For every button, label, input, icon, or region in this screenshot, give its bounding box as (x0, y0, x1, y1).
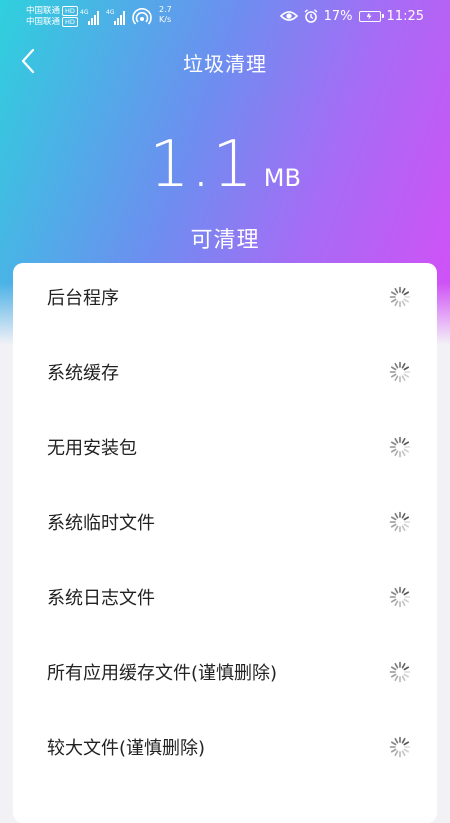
battery-level: 17% (323, 8, 353, 24)
list-item-label: 较大文件(谨慎删除) (47, 737, 206, 759)
eye-icon (279, 11, 298, 21)
hotspot-icon (132, 8, 152, 25)
battery-icon (358, 10, 384, 22)
list-item-label: 所有应用缓存文件(谨慎删除) (47, 662, 278, 684)
carrier-2-name: 中国联通 (26, 17, 61, 27)
junk-size-value: 1.1 (149, 128, 254, 202)
list-item[interactable]: 系统日志文件 (13, 559, 437, 634)
loading-spinner-icon (389, 286, 411, 307)
network-type-2: 4G (106, 9, 115, 16)
list-item-label: 系统缓存 (47, 362, 119, 384)
page-title: 垃圾清理 (183, 52, 267, 76)
list-item[interactable]: 无用安装包 (13, 409, 437, 484)
loading-spinner-icon (389, 511, 411, 532)
list-item[interactable]: 系统临时文件 (13, 484, 437, 559)
cleanable-label: 可清理 (190, 228, 260, 253)
list-item[interactable]: 系统缓存 (13, 334, 437, 409)
status-bar: 中国联通 HD 中国联通 HD 4G 4G 2.7 K/s 17% 11:25 (0, 0, 450, 32)
list-item-label: 系统临时文件 (47, 512, 155, 534)
list-item[interactable]: 所有应用缓存文件(谨慎删除) (13, 634, 437, 709)
loading-spinner-icon (389, 361, 411, 382)
hd-badge-2: HD (62, 17, 78, 27)
list-item-label: 无用安装包 (47, 437, 137, 459)
loading-spinner-icon (389, 661, 411, 682)
carrier-1: 中国联通 HD (26, 6, 78, 16)
junk-size: 1.1 MB (0, 128, 450, 202)
list-item[interactable]: 后台程序 (13, 259, 437, 334)
signal-icon-2: 4G (106, 9, 125, 25)
speed-unit: K/s (159, 15, 172, 24)
list-item-label: 后台程序 (47, 287, 119, 309)
junk-size-unit: MB (263, 164, 301, 192)
carrier-1-name: 中国联通 (26, 6, 61, 16)
loading-spinner-icon (389, 586, 411, 607)
alarm-icon (304, 9, 318, 23)
junk-category-list: 后台程序系统缓存无用安装包系统临时文件 系统日志文件所有应用缓存文件(谨慎删除) 较… (13, 263, 437, 823)
clock: 11:25 (386, 8, 424, 24)
network-type-1: 4G (80, 9, 89, 16)
list-item[interactable]: 较大文件(谨慎删除) (13, 709, 437, 784)
hd-badge-1: HD (62, 6, 78, 16)
loading-spinner-icon (389, 436, 411, 457)
signal-icon-1: 4G (80, 9, 99, 25)
carrier-2: 中国联通 HD (26, 17, 78, 27)
loading-spinner-icon (389, 736, 411, 757)
network-speed: 2.7 K/s (159, 5, 172, 25)
list-item-label: 系统日志文件 (47, 587, 155, 609)
speed-value: 2.7 (159, 5, 172, 14)
